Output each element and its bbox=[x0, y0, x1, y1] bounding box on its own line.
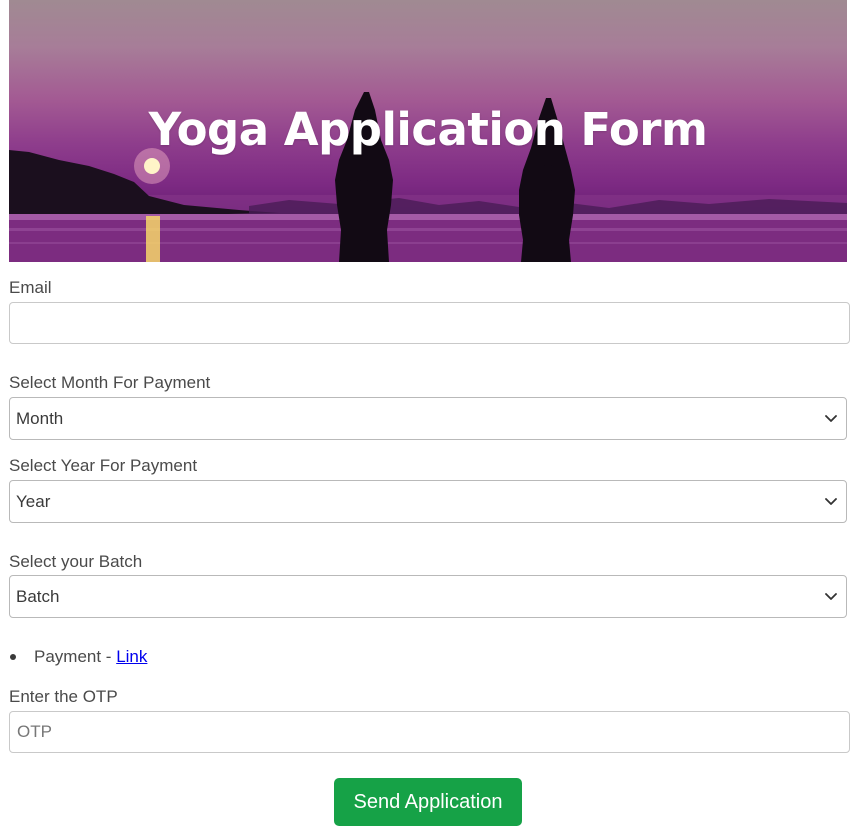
chevron-down-icon bbox=[824, 412, 838, 426]
header-banner: Yoga Application Form bbox=[9, 0, 847, 262]
year-select-value: Year bbox=[16, 491, 51, 511]
yoga-application-page: Yoga Application Form Email Select Month… bbox=[0, 0, 853, 835]
otp-label: Enter the OTP bbox=[9, 687, 118, 706]
chevron-down-icon bbox=[824, 495, 838, 509]
send-application-button[interactable]: Send Application bbox=[334, 778, 522, 826]
batch-select[interactable]: Batch bbox=[9, 575, 847, 618]
month-label: Select Month For Payment bbox=[9, 373, 211, 392]
batch-label: Select your Batch bbox=[9, 552, 143, 571]
bullet-icon bbox=[10, 654, 16, 660]
payment-link[interactable]: Link bbox=[116, 647, 147, 667]
payment-list-item: Payment - Link bbox=[9, 647, 147, 667]
month-select-value: Month bbox=[16, 408, 64, 428]
email-field[interactable] bbox=[9, 302, 850, 344]
month-select[interactable]: Month bbox=[9, 397, 847, 440]
batch-select-value: Batch bbox=[16, 586, 60, 606]
payment-text: Payment - bbox=[34, 647, 117, 666]
otp-field[interactable] bbox=[9, 711, 850, 753]
year-label: Select Year For Payment bbox=[9, 456, 198, 475]
chevron-down-icon bbox=[824, 590, 838, 604]
email-label: Email bbox=[9, 278, 52, 297]
page-title: Yoga Application Form bbox=[148, 103, 708, 156]
year-select[interactable]: Year bbox=[9, 480, 847, 523]
